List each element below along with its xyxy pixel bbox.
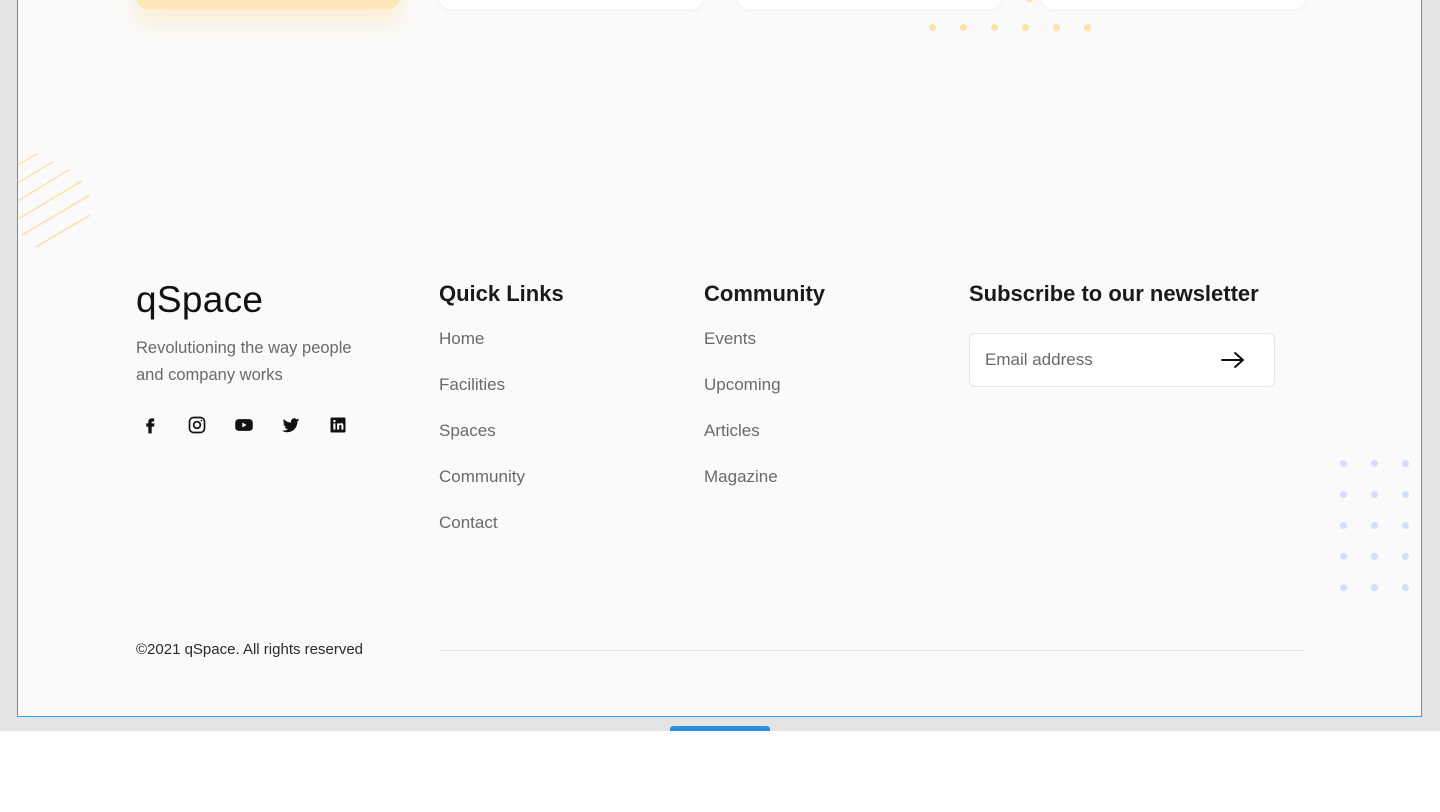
decorative-dots-yellow bbox=[929, 24, 1091, 31]
community-heading: Community bbox=[704, 281, 825, 306]
footer-link-home[interactable]: Home bbox=[439, 324, 564, 370]
quick-links-heading: Quick Links bbox=[439, 281, 564, 306]
decorative-dots-blue bbox=[1340, 460, 1409, 591]
newsletter-heading: Subscribe to our newsletter bbox=[969, 281, 1259, 306]
footer-divider bbox=[439, 650, 1305, 651]
linkedin-icon[interactable] bbox=[324, 411, 352, 439]
footer-logo[interactable]: qSpace bbox=[136, 279, 263, 321]
feature-card bbox=[1042, 0, 1306, 9]
twitter-icon[interactable] bbox=[277, 411, 305, 439]
social-links bbox=[136, 411, 352, 439]
decorative-dot bbox=[1026, 0, 1033, 2]
quick-links-column: Quick Links Home Facilities Spaces Commu… bbox=[439, 281, 564, 554]
instagram-icon[interactable] bbox=[183, 411, 211, 439]
community-column: Community Events Upcoming Articles Magaz… bbox=[704, 281, 825, 508]
newsletter-column: Subscribe to our newsletter bbox=[969, 281, 1259, 324]
newsletter-form bbox=[969, 333, 1275, 387]
footer-link-facilities[interactable]: Facilities bbox=[439, 370, 564, 416]
feature-card bbox=[439, 0, 703, 9]
arrow-right-icon[interactable] bbox=[1220, 350, 1246, 370]
scroll-handle[interactable] bbox=[670, 726, 770, 731]
footer-link-magazine[interactable]: Magazine bbox=[704, 462, 825, 508]
footer-link-spaces[interactable]: Spaces bbox=[439, 416, 564, 462]
footer-link-upcoming[interactable]: Upcoming bbox=[704, 370, 825, 416]
email-input[interactable] bbox=[970, 334, 1225, 386]
copyright-text: ©2021 qSpace. All rights reserved bbox=[136, 641, 364, 658]
footer-link-events[interactable]: Events bbox=[704, 324, 825, 370]
footer-link-articles[interactable]: Articles bbox=[704, 416, 825, 462]
brand-tagline: Revolutioning the way people and company… bbox=[136, 339, 352, 384]
footer-link-contact[interactable]: Contact bbox=[439, 508, 564, 554]
facebook-icon[interactable] bbox=[136, 411, 164, 439]
decorative-hatch bbox=[18, 152, 91, 248]
page-frame: qSpace Revolutioning the way people and … bbox=[17, 0, 1422, 717]
youtube-icon[interactable] bbox=[230, 411, 258, 439]
feature-card-highlighted bbox=[136, 0, 400, 9]
feature-card bbox=[738, 0, 1002, 9]
footer-link-community[interactable]: Community bbox=[439, 462, 564, 508]
